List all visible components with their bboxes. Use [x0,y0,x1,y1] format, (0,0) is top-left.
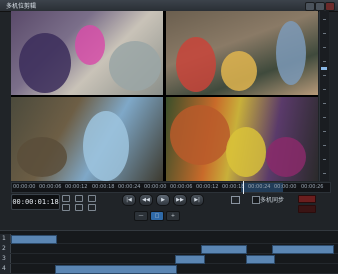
track-header[interactable]: 3 [0,254,11,263]
timeline-label: 00:00:24 [248,184,271,190]
close-button[interactable] [325,2,335,11]
timeline-label: 00:00:18 [222,184,245,190]
maximize-button[interactable] [315,2,325,11]
timeline-label: 00:00:00 [274,184,297,190]
track-number: 3 [2,255,6,262]
track-header[interactable]: 2 [0,244,11,253]
sync-checkbox[interactable] [252,196,260,204]
track-row: 3 [0,254,338,264]
track-clip[interactable] [11,235,57,244]
stop-record-button[interactable] [298,205,316,213]
timeline-label: 00:00:12 [196,184,219,190]
zoom-in-button[interactable]: + [166,211,180,221]
track-number: 4 [2,265,6,272]
timeline-label: 00:00:24 [118,184,141,190]
trim-icon[interactable] [88,195,96,202]
play-button[interactable]: ▶ [156,194,170,206]
camera-view-1[interactable] [11,11,163,95]
track-clip[interactable] [272,245,334,254]
audio-level-ruler [319,11,329,181]
track-number: 2 [2,245,6,252]
track-row: 2 [0,244,338,254]
multicam-window: 多机位剪辑 00:00:00 00:00:06 00:00:12 00:00:1… [0,0,338,274]
track-row: 1 [0,234,338,244]
delete-icon[interactable] [88,204,96,211]
go-to-start-button[interactable]: |◀ [122,194,136,206]
camera-view-4[interactable] [166,97,318,181]
track-clip[interactable] [175,255,205,264]
track-area: 1 2 3 4 [0,230,338,274]
playhead[interactable] [243,181,244,194]
timeline-ruler[interactable]: 00:00:00 00:00:06 00:00:12 00:00:18 00:0… [11,181,331,194]
level-marker[interactable] [321,67,327,70]
track-clip[interactable] [55,265,177,274]
minimize-button[interactable] [305,2,315,11]
camera-grid [11,11,318,181]
go-to-end-button[interactable]: ▶| [190,194,204,206]
split-right-icon[interactable] [75,204,83,211]
camera-view-2[interactable] [166,11,318,95]
camera-view-3[interactable] [11,97,163,181]
split-left-icon[interactable] [62,204,70,211]
track-row: 4 [0,264,338,274]
track-clip[interactable] [201,245,247,254]
timeline-label: 00:00:26 [301,184,324,190]
mark-in-icon[interactable] [62,195,70,202]
rewind-button[interactable]: ◀◀ [139,194,153,206]
snapshot-icon[interactable] [231,196,240,204]
track-number: 1 [2,235,6,242]
timeline-label: 00:00:00 [144,184,167,190]
record-button[interactable] [298,195,316,203]
zoom-out-button[interactable]: — [134,211,148,221]
track-header[interactable]: 1 [0,234,11,243]
mark-out-icon[interactable] [75,195,83,202]
timeline-label: 00:00:12 [65,184,88,190]
window-title: 多机位剪辑 [6,3,37,10]
sync-label: 多机同步 [260,197,285,204]
timeline-label: 00:00:06 [170,184,193,190]
zoom-fit-button[interactable]: □ [150,211,164,221]
timeline-label: 00:00:06 [39,184,62,190]
fast-forward-button[interactable]: ▶▶ [173,194,187,206]
timeline-label: 00:00:00 [13,184,36,190]
track-clip[interactable] [246,255,275,264]
timecode-display[interactable]: 00:00:01:18 [11,194,60,210]
timeline-label: 00:00:18 [92,184,115,190]
